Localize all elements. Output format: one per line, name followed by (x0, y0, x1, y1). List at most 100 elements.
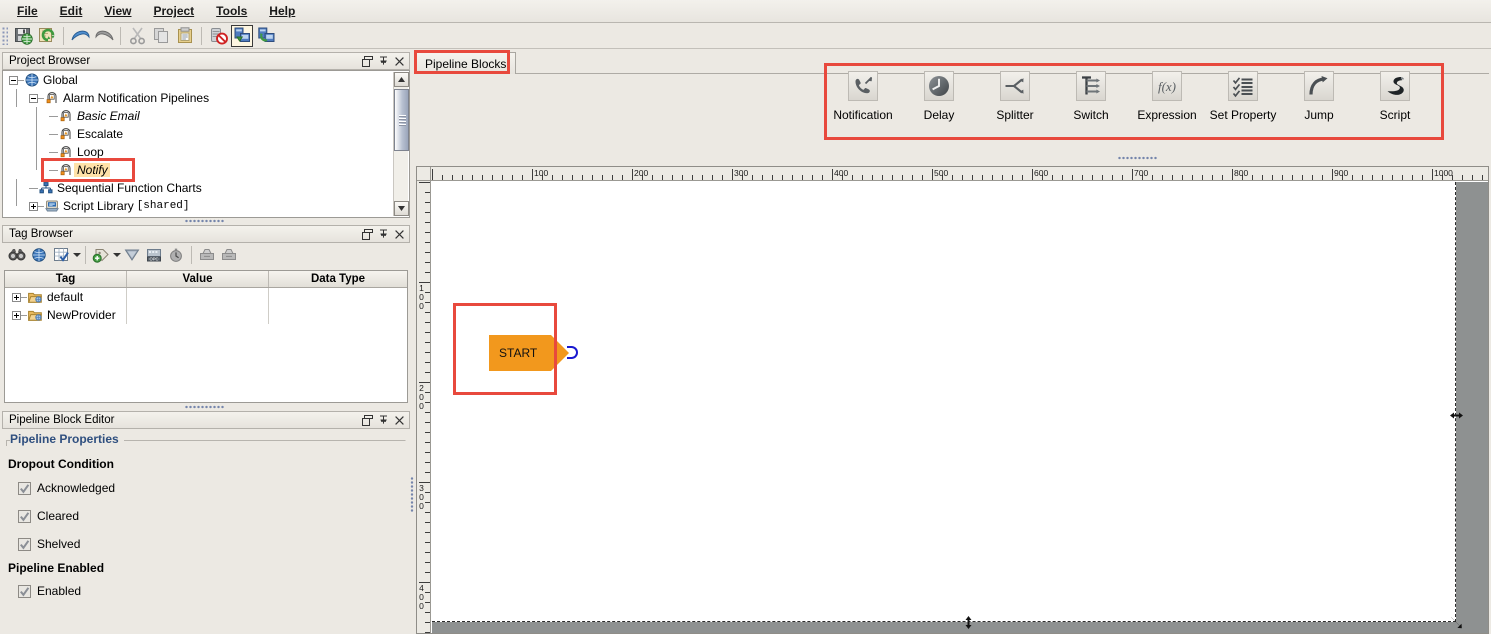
menu-edit[interactable]: Edit (49, 2, 94, 20)
chevron-down-icon[interactable] (112, 244, 121, 266)
redo-icon[interactable] (93, 25, 115, 47)
tree-node-basic-email[interactable]: Basic Email (3, 107, 393, 125)
pipeline-properties-body: Pipeline Properties Dropout Condition Ac… (2, 429, 410, 633)
scroll-up-icon[interactable] (394, 72, 409, 87)
cut-icon[interactable] (126, 25, 148, 47)
chevron-down-icon[interactable] (72, 244, 81, 266)
tag-history-icon[interactable] (165, 244, 187, 266)
tree-node-loop[interactable]: Loop (3, 143, 393, 161)
column-header-tag[interactable]: Tag (5, 271, 127, 287)
pipeline-canvas-editor[interactable]: 1002003004005006007008009001000 10020030… (416, 166, 1489, 634)
menu-project[interactable]: Project (142, 2, 205, 20)
palette-item-switch[interactable]: Switch (1053, 64, 1129, 122)
checkbox-shelved[interactable] (18, 538, 31, 551)
canvas-resize-handle-bottom[interactable] (962, 616, 975, 629)
update-project-icon[interactable] (36, 25, 58, 47)
project-tree-area[interactable]: Global Alarm Notifica (2, 70, 410, 218)
close-icon[interactable] (391, 413, 407, 427)
expander-minus-icon[interactable] (29, 94, 38, 103)
palette-item-delay[interactable]: Delay (901, 64, 977, 122)
pin-icon[interactable] (375, 413, 391, 427)
expander-minus-icon[interactable] (9, 76, 18, 85)
menu-view[interactable]: View (93, 2, 142, 20)
expander-plus-icon[interactable] (29, 202, 38, 211)
tag-table[interactable]: Tag Value Data Type d (4, 270, 408, 403)
splitter-project-tag[interactable] (185, 218, 225, 224)
table-row[interactable]: default (5, 288, 407, 306)
column-header-datatype[interactable]: Data Type (269, 271, 407, 287)
checkbox-row-shelved[interactable]: Shelved (18, 537, 80, 551)
preview-mode-icon[interactable] (231, 25, 253, 47)
folder-provider-icon (27, 289, 43, 305)
tag-browser-title: Tag Browser (9, 228, 359, 240)
tree-line (36, 125, 37, 143)
canvas-page-area[interactable] (432, 182, 1456, 622)
tree-node-sequential-function-charts[interactable]: Sequential Function Charts (3, 179, 393, 197)
splitter-palette-canvas[interactable] (1118, 155, 1158, 161)
tab-pipeline-blocks[interactable]: Pipeline Blocks (415, 52, 516, 74)
new-tag-icon[interactable] (90, 244, 112, 266)
splitter-left-workspace[interactable] (409, 477, 415, 513)
close-icon[interactable] (391, 54, 407, 68)
palette-item-script[interactable]: Script (1357, 64, 1433, 122)
save-icon[interactable] (12, 25, 34, 47)
tree-node-escalate[interactable]: Escalate (3, 125, 393, 143)
undo-icon[interactable] (69, 25, 91, 47)
palette-item-notification[interactable]: Notification (825, 64, 901, 122)
expander-plus-icon[interactable] (12, 293, 21, 302)
tree-label: Alarm Notification Pipelines (60, 91, 209, 105)
scrollbar-thumb[interactable] (394, 89, 409, 151)
toolbar-grip[interactable] (2, 27, 8, 45)
float-icon[interactable] (359, 227, 375, 241)
project-tree-scrollbar[interactable] (393, 72, 408, 216)
paste-icon[interactable] (174, 25, 196, 47)
opc-browse-icon[interactable]: OPC (143, 244, 165, 266)
canvas-surface[interactable]: START (432, 182, 1488, 633)
palette-item-jump[interactable]: Jump (1281, 64, 1357, 122)
import-icon[interactable] (196, 244, 218, 266)
tree-node-global[interactable]: Global (3, 71, 393, 89)
menu-view-label: View (104, 4, 131, 18)
canvas-resize-handle-right[interactable] (1450, 409, 1463, 422)
table-row[interactable]: NewProvider (5, 306, 407, 324)
find-tags-icon[interactable] (6, 244, 28, 266)
tag-editor-icon[interactable] (50, 244, 72, 266)
tree-node-alarm-notification-pipelines[interactable]: Alarm Notification Pipelines (3, 89, 393, 107)
tree-node-script-library[interactable]: Script Library [shared] (3, 197, 393, 215)
copy-icon[interactable] (150, 25, 172, 47)
tag-browser-icon[interactable] (28, 244, 50, 266)
checkbox-row-acknowledged[interactable]: Acknowledged (18, 481, 115, 495)
tree-label-selected: Notify (74, 163, 110, 177)
expander-plus-icon[interactable] (12, 311, 21, 320)
publish-icon[interactable] (255, 25, 277, 47)
pin-icon[interactable] (375, 54, 391, 68)
tree-connector (49, 170, 58, 171)
pin-icon[interactable] (375, 227, 391, 241)
fx-expression-icon: f(x) (1152, 71, 1182, 101)
export-icon[interactable] (218, 244, 240, 266)
close-icon[interactable] (391, 227, 407, 241)
datatype-cell (269, 306, 407, 324)
checkbox-row-cleared[interactable]: Cleared (18, 509, 79, 523)
canvas-resize-handle-corner[interactable] (1450, 616, 1463, 629)
palette-item-expression[interactable]: f(x) Expression (1129, 64, 1205, 122)
menu-file[interactable]: File (6, 2, 49, 20)
float-icon[interactable] (359, 413, 375, 427)
checkbox-acknowledged[interactable] (18, 482, 31, 495)
checkbox-row-enabled[interactable]: Enabled (18, 584, 81, 598)
palette-item-set-property[interactable]: Set Property (1205, 64, 1281, 122)
tree-node-notify[interactable]: Notify (3, 161, 393, 179)
checkbox-cleared[interactable] (18, 510, 31, 523)
palette-item-splitter[interactable]: Splitter (977, 64, 1053, 122)
disable-comm-icon[interactable] (207, 25, 229, 47)
checkbox-enabled[interactable] (18, 585, 31, 598)
menu-tools[interactable]: Tools (205, 2, 258, 20)
column-header-value[interactable]: Value (127, 271, 269, 287)
pipeline-icon (58, 162, 74, 178)
scroll-down-icon[interactable] (394, 201, 409, 216)
splitter-tag-editor[interactable] (185, 404, 225, 410)
menu-help[interactable]: Help (258, 2, 306, 20)
float-icon[interactable] (359, 54, 375, 68)
import-tags-icon[interactable] (121, 244, 143, 266)
start-block[interactable]: START (489, 335, 569, 371)
